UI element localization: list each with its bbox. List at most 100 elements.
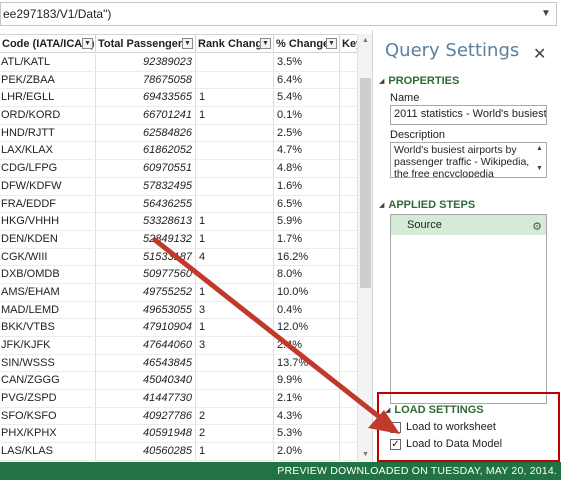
table-cell[interactable]: 6.4% — [274, 71, 340, 89]
table-cell[interactable] — [196, 390, 274, 408]
load-to-worksheet-checkbox[interactable] — [390, 422, 401, 433]
table-row[interactable]: SIN/WSSS 46543845 13.7% — [0, 354, 360, 373]
table-cell[interactable]: 56436255 — [96, 195, 196, 213]
table-cell[interactable]: DFW/KDFW — [0, 177, 96, 195]
table-cell[interactable]: BKK/VTBS — [0, 319, 96, 337]
table-row[interactable]: DXB/OMDB 50977560 8.0% — [0, 266, 360, 284]
table-cell[interactable]: 12.0% — [274, 319, 340, 337]
applied-steps-section-header[interactable]: ◢ APPLIED STEPS — [379, 199, 475, 211]
table-cell[interactable] — [196, 177, 274, 195]
table-cell[interactable]: 3.5% — [274, 54, 340, 71]
collapse-triangle-icon[interactable]: ◢ — [379, 202, 384, 209]
table-row[interactable]: HND/RJTT 62584826 2.5% — [0, 124, 360, 143]
table-cell[interactable]: 5.3% — [274, 425, 340, 443]
table-cell[interactable]: 1 — [196, 319, 274, 337]
table-cell[interactable]: 4.7% — [274, 142, 340, 160]
close-icon[interactable]: ✕ — [533, 44, 546, 64]
table-cell[interactable] — [196, 266, 274, 284]
table-cell[interactable]: 2.0% — [274, 443, 340, 461]
table-cell[interactable]: 50977560 — [96, 266, 196, 284]
table-cell[interactable]: 40591948 — [96, 425, 196, 443]
table-row[interactable]: HKG/VHHH 53328613 1 5.9% — [0, 213, 360, 231]
column-header-pct-change[interactable]: % Change ▼ — [274, 35, 340, 53]
table-cell[interactable]: 13.7% — [274, 354, 340, 372]
table-cell[interactable]: 49653055 — [96, 301, 196, 319]
table-cell[interactable]: 41447730 — [96, 390, 196, 408]
table-cell[interactable]: DEN/KDEN — [0, 230, 96, 248]
table-cell[interactable] — [196, 71, 274, 89]
table-cell[interactable]: 2 — [196, 407, 274, 425]
table-cell[interactable]: 10.0% — [274, 283, 340, 301]
table-cell[interactable]: 46543845 — [96, 354, 196, 372]
table-cell[interactable]: 5.4% — [274, 89, 340, 107]
table-row[interactable]: AMS/EHAM 49755252 1 10.0% — [0, 283, 360, 302]
table-row[interactable]: FRA/EDDF 56436255 6.5% — [0, 195, 360, 214]
table-cell[interactable]: 69433565 — [96, 89, 196, 107]
table-cell[interactable] — [196, 124, 274, 142]
formula-text[interactable]: ee297183/V1/Data") — [3, 7, 111, 21]
table-cell[interactable]: 1 — [196, 89, 274, 107]
table-cell[interactable]: 47910904 — [96, 319, 196, 337]
table-row[interactable]: ORD/KORD 66701241 1 0.1% — [0, 107, 360, 125]
filter-dropdown-icon[interactable]: ▼ — [82, 38, 93, 49]
formula-bar[interactable]: ee297183/V1/Data") ▼ — [0, 2, 557, 26]
table-cell[interactable] — [196, 160, 274, 178]
load-to-data-model-checkbox[interactable]: ✓ — [390, 439, 401, 450]
table-row[interactable]: SFO/KSFO 40927786 2 4.3% — [0, 407, 360, 426]
description-field[interactable]: World's busiest airports by passenger tr… — [390, 142, 547, 178]
table-cell[interactable]: PHX/KPHX — [0, 425, 96, 443]
filter-dropdown-icon[interactable]: ▼ — [260, 38, 271, 49]
table-cell[interactable]: 3 — [196, 301, 274, 319]
table-cell[interactable]: 5.9% — [274, 213, 340, 231]
table-cell[interactable]: 1 — [196, 443, 274, 461]
table-cell[interactable]: SFO/KSFO — [0, 407, 96, 425]
table-row[interactable]: DEN/KDEN 52849132 1 1.7% — [0, 230, 360, 249]
table-cell[interactable]: LAX/KLAX — [0, 142, 96, 160]
table-cell[interactable]: AMS/EHAM — [0, 283, 96, 301]
table-row[interactable]: LAX/KLAX 61862052 4.7% — [0, 142, 360, 161]
table-cell[interactable]: PEK/ZBAA — [0, 71, 96, 89]
table-cell[interactable]: 47644060 — [96, 337, 196, 354]
table-cell[interactable]: CAN/ZGGG — [0, 372, 96, 390]
table-cell[interactable]: 3 — [196, 337, 274, 354]
table-cell[interactable]: 1 — [196, 230, 274, 248]
table-row[interactable]: LAS/KLAS 40560285 1 2.0% — [0, 443, 360, 461]
table-cell[interactable]: 2.1% — [274, 390, 340, 408]
table-row[interactable]: DFW/KDFW 57832495 1.6% — [0, 177, 360, 196]
name-field[interactable]: 2011 statistics - World's busiest airpo — [390, 105, 547, 125]
filter-dropdown-icon[interactable]: ▼ — [182, 38, 193, 49]
table-cell[interactable]: CGK/WIII — [0, 248, 96, 266]
table-cell[interactable]: 6.5% — [274, 195, 340, 213]
table-cell[interactable]: HKG/VHHH — [0, 213, 96, 231]
table-cell[interactable]: DXB/OMDB — [0, 266, 96, 284]
table-cell[interactable]: 60970551 — [96, 160, 196, 178]
collapse-triangle-icon[interactable]: ◢ — [379, 78, 384, 85]
table-cell[interactable] — [196, 54, 274, 71]
table-cell[interactable]: 40927786 — [96, 407, 196, 425]
table-cell[interactable]: CDG/LFPG — [0, 160, 96, 178]
table-cell[interactable]: 4 — [196, 248, 274, 266]
table-cell[interactable]: HND/RJTT — [0, 124, 96, 142]
table-cell[interactable]: 4.3% — [274, 407, 340, 425]
table-cell[interactable]: 78675058 — [96, 71, 196, 89]
table-cell[interactable]: 51533187 — [96, 248, 196, 266]
table-cell[interactable]: ORD/KORD — [0, 107, 96, 125]
column-header-code[interactable]: Code (IATA/ICAO) ▼ — [0, 35, 96, 53]
table-row[interactable]: PVG/ZSPD 41447730 2.1% — [0, 390, 360, 408]
table-cell[interactable]: 8.0% — [274, 266, 340, 284]
table-cell[interactable]: 16.2% — [274, 248, 340, 266]
table-cell[interactable]: 1 — [196, 213, 274, 231]
table-cell[interactable]: 57832495 — [96, 177, 196, 195]
table-cell[interactable]: 53328613 — [96, 213, 196, 231]
table-row[interactable]: BKK/VTBS 47910904 1 12.0% — [0, 319, 360, 337]
table-row[interactable]: CDG/LFPG 60970551 4.8% — [0, 160, 360, 178]
table-cell[interactable]: 2.4% — [274, 337, 340, 354]
table-cell[interactable]: LAS/KLAS — [0, 443, 96, 461]
table-cell[interactable]: 49755252 — [96, 283, 196, 301]
step-source[interactable]: Source ⚙ — [391, 215, 546, 235]
table-row[interactable]: LHR/EGLL 69433565 1 5.4% — [0, 89, 360, 108]
table-cell[interactable]: 1 — [196, 283, 274, 301]
table-cell[interactable]: 0.1% — [274, 107, 340, 125]
table-cell[interactable]: 9.9% — [274, 372, 340, 390]
vertical-scrollbar[interactable]: ▲ ▼ — [357, 34, 372, 462]
